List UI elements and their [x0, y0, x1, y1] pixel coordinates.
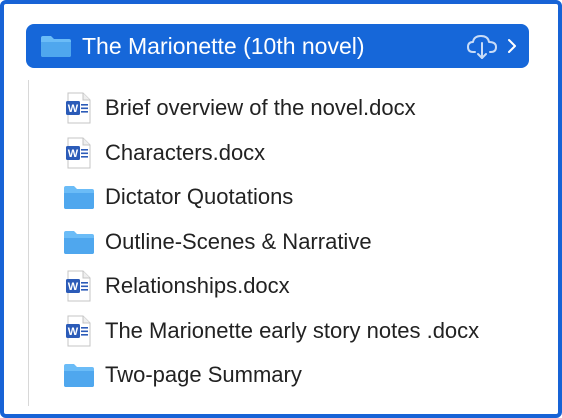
list-item-label: Relationships.docx [105, 273, 290, 299]
word-document-icon: W [62, 269, 96, 303]
word-document-icon: W [62, 136, 96, 170]
folder-icon [62, 358, 96, 392]
list-item[interactable]: Two-page Summary [62, 353, 479, 398]
list-item[interactable]: Outline-Scenes & Narrative [62, 220, 479, 265]
svg-text:W: W [68, 103, 79, 115]
list-item[interactable]: W Characters.docx [62, 131, 479, 176]
list-item-label: Dictator Quotations [105, 184, 294, 210]
folder-title: The Marionette (10th novel) [82, 33, 365, 59]
svg-text:W: W [68, 326, 79, 338]
file-list: W Brief overview of the novel.docx W Cha… [62, 86, 479, 398]
list-item[interactable]: Dictator Quotations [62, 175, 479, 220]
window-frame: The Marionette (10th novel) W Brief over… [0, 0, 562, 418]
list-item[interactable]: W Relationships.docx [62, 264, 479, 309]
list-item-label: The Marionette early story notes .docx [105, 317, 480, 343]
svg-text:W: W [68, 281, 79, 293]
folder-header-row[interactable]: The Marionette (10th novel) [26, 24, 529, 68]
folder-icon [40, 34, 72, 58]
list-item-label: Two-page Summary [105, 362, 302, 388]
list-item-label: Characters.docx [105, 139, 266, 165]
word-document-icon: W [62, 314, 96, 348]
svg-text:W: W [68, 148, 79, 160]
list-item[interactable]: W Brief overview of the novel.docx [62, 86, 479, 131]
folder-icon [62, 225, 96, 259]
list-item-label: Brief overview of the novel.docx [105, 95, 416, 121]
list-item[interactable]: W The Marionette early story notes .docx [62, 309, 479, 354]
folder-icon [62, 180, 96, 214]
chevron-right-icon[interactable] [506, 37, 518, 55]
tree-guide-line [28, 80, 29, 406]
list-item-label: Outline-Scenes & Narrative [105, 228, 372, 254]
cloud-download-icon[interactable] [466, 32, 500, 60]
word-document-icon: W [62, 91, 96, 125]
